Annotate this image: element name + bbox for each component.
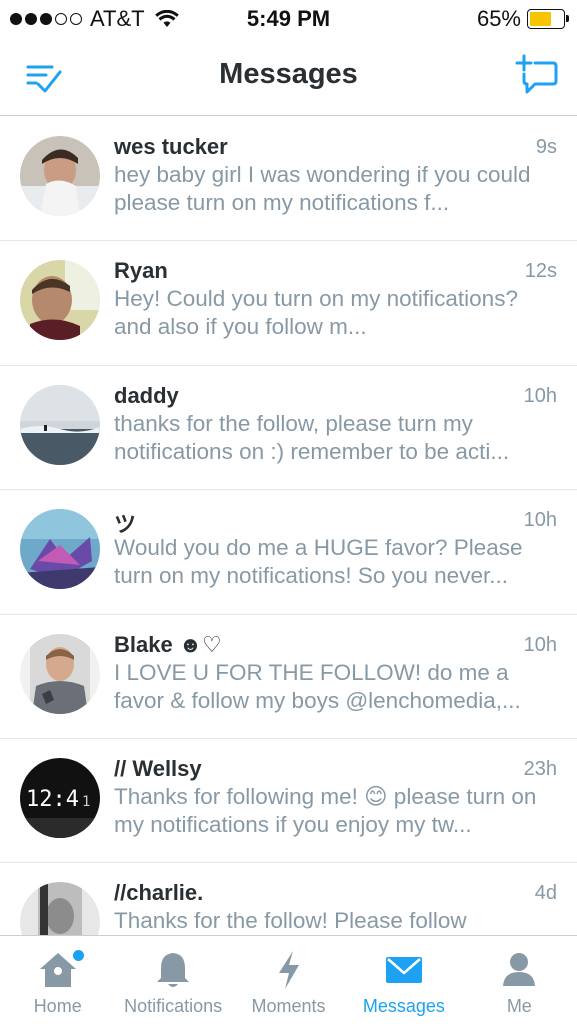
tab-label: Home <box>33 996 82 1016</box>
sender-name: //charlie. <box>114 880 204 906</box>
tab-home[interactable]: Home <box>0 936 115 1024</box>
message-time: 12s <box>524 260 557 283</box>
tab-bar: Home Notifications Moments Messages Me <box>0 935 577 1024</box>
avatar[interactable] <box>20 882 100 935</box>
message-time: 23h <box>523 757 557 780</box>
avatar[interactable] <box>20 509 100 590</box>
lightning-icon <box>267 950 311 990</box>
message-time: 10h <box>523 633 557 656</box>
new-message-icon <box>515 54 558 94</box>
person-icon <box>497 950 541 990</box>
conversation-row[interactable]: daddy 10h thanks for the follow, please … <box>0 366 577 491</box>
avatar[interactable] <box>20 633 100 714</box>
avatar[interactable] <box>20 136 100 216</box>
avatar[interactable] <box>20 260 100 341</box>
sender-name: daddy <box>114 382 179 408</box>
tab-me[interactable]: Me <box>462 936 577 1024</box>
notification-badge <box>72 950 84 961</box>
conversation-list: wes tucker 9s hey baby girl I was wonder… <box>0 117 577 935</box>
message-time: 4d <box>534 882 557 905</box>
conversation-row[interactable]: 12:4 1 // Wellsy 23h Thanks for followin… <box>0 739 577 864</box>
message-time: 10h <box>523 509 557 532</box>
status-bar: AT&T 5:49 PM 65% <box>0 0 577 36</box>
message-preview: thanks for the follow, please turn my no… <box>114 410 510 464</box>
svg-text:12:4: 12:4 <box>26 787 79 812</box>
conversation-row[interactable]: ツ 10h Would you do me a HUGE favor? Plea… <box>0 490 577 615</box>
tab-notifications[interactable]: Notifications <box>115 936 230 1024</box>
message-time: 10h <box>523 384 557 407</box>
battery-icon <box>527 9 569 29</box>
page-title: Messages <box>219 58 358 90</box>
envelope-icon <box>382 950 426 990</box>
message-preview: Thanks for the follow! Please follow <box>114 908 467 934</box>
sender-name: // Wellsy <box>114 755 202 781</box>
tab-label: Notifications <box>124 996 223 1016</box>
home-icon <box>36 950 84 990</box>
tab-label: Moments <box>251 996 326 1016</box>
nav-bar: Messages <box>0 36 577 116</box>
tab-messages[interactable]: Messages <box>346 936 461 1024</box>
conversation-row[interactable]: Blake ☻♡ 10h I LOVE U FOR THE FOLLOW! do… <box>0 615 577 739</box>
battery-fill <box>530 12 551 26</box>
sender-name: Ryan <box>114 258 168 284</box>
battery-group: 65% <box>476 6 569 32</box>
battery-percentage: 65% <box>476 6 521 31</box>
sender-name: wes tucker <box>114 134 228 159</box>
tab-label: Messages <box>362 996 445 1016</box>
message-preview: Hey! Could you turn on my notifications?… <box>114 286 518 340</box>
message-preview: hey baby girl I was wondering if you cou… <box>114 162 531 215</box>
conversation-row[interactable]: Ryan 12s Hey! Could you turn on my notif… <box>0 241 577 366</box>
svg-text:1: 1 <box>82 794 90 810</box>
new-message-button[interactable] <box>515 54 559 98</box>
tab-moments[interactable]: Moments <box>231 936 346 1024</box>
sender-name: Blake ☻♡ <box>114 631 222 657</box>
conversation-row[interactable]: //charlie. 4d Thanks for the follow! Ple… <box>0 863 577 935</box>
message-preview: Would you do me a HUGE favor? Please tur… <box>114 535 523 589</box>
message-time: 9s <box>535 136 557 158</box>
avatar[interactable] <box>20 384 100 465</box>
bell-icon <box>151 950 195 990</box>
avatar[interactable]: 12:4 1 <box>20 757 100 838</box>
message-preview: I LOVE U FOR THE FOLLOW! do me a favor &… <box>114 659 521 713</box>
tab-label: Me <box>506 996 532 1016</box>
conversation-row[interactable]: wes tucker 9s hey baby girl I was wonder… <box>0 117 577 242</box>
message-preview: Thanks for following me! 😊 please turn o… <box>114 783 537 837</box>
